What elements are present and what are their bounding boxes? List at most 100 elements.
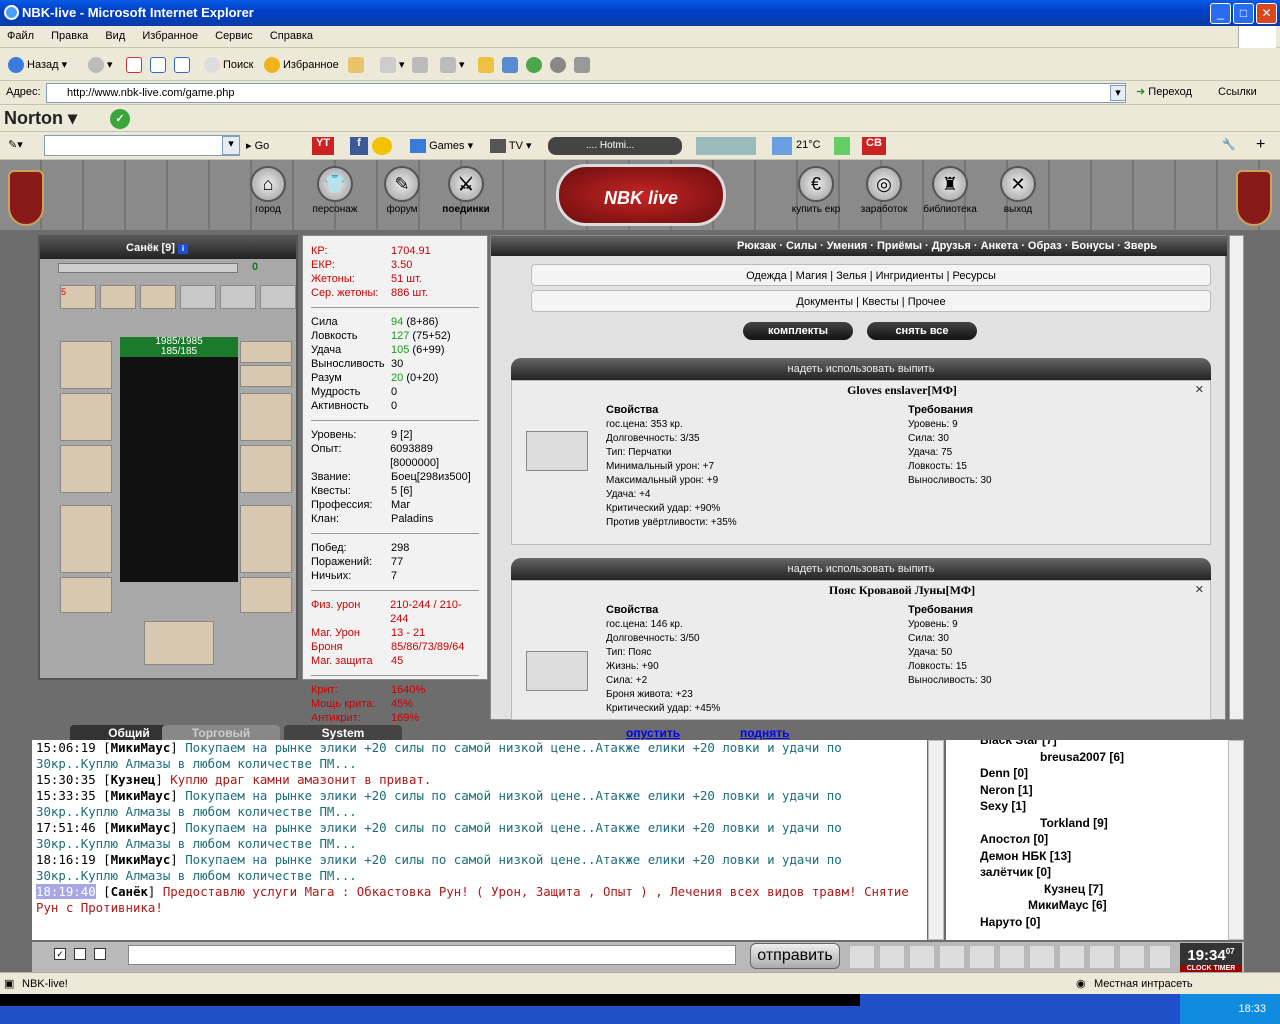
toolbar-search-input[interactable]	[44, 135, 240, 156]
messenger-icons[interactable]	[696, 137, 756, 155]
window-title-bar[interactable]: NBK-live - Microsoft Internet Explorer	[0, 0, 1280, 26]
game-scrollbar[interactable]	[1229, 235, 1244, 720]
tab-trade[interactable]: Торговый	[162, 725, 280, 741]
leggings-slot[interactable]	[240, 505, 292, 573]
chat-nick[interactable]: МикиМаус	[111, 852, 171, 867]
links-button[interactable]: Ссылки	[1218, 86, 1257, 98]
search-dropdown-icon[interactable]: ▾	[222, 136, 240, 155]
empty-buff-slot[interactable]	[220, 285, 256, 309]
nav-exit[interactable]: ✕ выход	[978, 166, 1058, 215]
chat-log[interactable]: 15:06:19 [МикиМаус] Покупаем на рынке эл…	[32, 740, 927, 940]
games-button[interactable]: Games ▾	[410, 139, 473, 154]
drop-button[interactable]: опустить	[626, 726, 680, 740]
url-input[interactable]: http://www.nbk-live.com/game.php	[46, 83, 1126, 103]
heart-buff-icon[interactable]: 5	[60, 285, 96, 309]
userlist-scrollbar[interactable]	[1228, 740, 1244, 940]
inventory-tabs[interactable]: Рюкзак · Силы · Умения · Приёмы · Друзья…	[491, 236, 1227, 256]
chat-time[interactable]: 15:33:35	[36, 788, 96, 803]
chat-time[interactable]: 18:19:40	[36, 884, 96, 899]
url-dropdown-icon[interactable]: ▾	[1110, 85, 1126, 101]
stop-button[interactable]	[126, 53, 145, 77]
user-item[interactable]: Sexy [1]	[980, 798, 1228, 815]
chat-time[interactable]: 15:30:35	[36, 772, 96, 787]
close-icon[interactable]: ✕	[1195, 583, 1204, 596]
user-item[interactable]: Апостол [0]	[980, 831, 1228, 848]
cb-button[interactable]: CB	[862, 137, 886, 155]
chat-time[interactable]: 17:51:46	[36, 820, 96, 835]
armor-slot[interactable]	[60, 505, 112, 573]
nav-battles[interactable]: ⚔ поединки	[426, 166, 506, 215]
chat-message-input[interactable]	[128, 945, 736, 965]
chat-nick[interactable]: МикиМаус	[111, 788, 171, 803]
chat-time[interactable]: 18:16:19	[36, 852, 96, 867]
gloves-slot[interactable]	[240, 393, 292, 441]
bracers-slot[interactable]	[60, 393, 112, 441]
tab-system[interactable]: System	[284, 725, 402, 741]
user-item[interactable]: Torkland [9]	[980, 815, 1228, 832]
chat-time[interactable]: 15:06:19	[36, 740, 96, 755]
inventory-subtabs-2[interactable]: Документы | Квесты | Прочее	[531, 290, 1211, 312]
edit-button[interactable]: ▾	[440, 53, 465, 77]
go-button[interactable]: ➜ Переход	[1136, 85, 1192, 98]
user-item[interactable]: breusa2007 [6]	[980, 749, 1228, 766]
maximize-button[interactable]: □	[1233, 3, 1254, 24]
user-item[interactable]: Neron [1]	[980, 782, 1228, 799]
search-button[interactable]: Поиск	[204, 53, 253, 77]
book-icon[interactable]	[144, 621, 214, 665]
add-icon[interactable]: +	[1256, 136, 1265, 154]
user-item[interactable]: залётчик [0]	[980, 864, 1228, 881]
earrings-slot[interactable]	[240, 341, 292, 363]
youtube-icon[interactable]: YT	[312, 137, 334, 155]
forward-button[interactable]: ▾	[88, 53, 113, 77]
menu-edit[interactable]: Правка	[44, 26, 95, 46]
belt-item-icon[interactable]	[526, 651, 588, 691]
user-item[interactable]: Наруто [0]	[980, 914, 1228, 931]
user-item[interactable]: Black Star [7]	[980, 740, 1228, 749]
inventory-subtabs-1[interactable]: Одежда | Магия | Зелья | Ингридиенты | Р…	[531, 264, 1211, 286]
send-button[interactable]: отправить	[750, 943, 840, 969]
boots-slot[interactable]	[240, 577, 292, 613]
battery-icon[interactable]	[834, 137, 850, 155]
minimize-button[interactable]: _	[1210, 3, 1231, 24]
chat-scrollbar[interactable]	[928, 740, 944, 940]
chat-nick[interactable]: МикиМаус	[111, 820, 171, 835]
belt-slot[interactable]	[60, 577, 112, 613]
gloves-item-icon[interactable]	[526, 431, 588, 471]
amulet-slot[interactable]	[240, 365, 292, 387]
history-button[interactable]	[348, 53, 367, 77]
item-actions-2[interactable]: надеть использовать выпить	[511, 558, 1211, 580]
checkbox-1[interactable]: ✓	[54, 948, 66, 960]
facebook-icon[interactable]: f	[350, 137, 368, 155]
info-icon[interactable]: i	[178, 244, 189, 254]
folder-button[interactable]	[478, 53, 497, 77]
menu-tools[interactable]: Сервис	[208, 26, 260, 46]
messenger-button[interactable]	[502, 53, 521, 77]
chat-nick[interactable]: Кузнец	[111, 772, 156, 787]
user-item[interactable]: Denn [0]	[980, 765, 1228, 782]
weapon-right-slot[interactable]	[240, 445, 292, 493]
tools-button[interactable]	[574, 53, 593, 77]
empty-buff-slot[interactable]	[260, 285, 296, 309]
weapon-left-slot[interactable]	[60, 445, 112, 493]
media-button[interactable]	[526, 53, 545, 77]
sets-button[interactable]: комплекты	[743, 322, 853, 340]
print-button[interactable]	[412, 53, 431, 77]
item-actions-1[interactable]: надеть использовать выпить	[511, 358, 1211, 380]
menu-help[interactable]: Справка	[263, 26, 320, 46]
user-item[interactable]: МикиМаус [6]	[980, 897, 1228, 914]
settings-button[interactable]	[550, 53, 569, 77]
weather-temp[interactable]: 21°C	[796, 139, 821, 151]
spider-buff-icon[interactable]	[140, 285, 176, 309]
wrench-icon[interactable]: 🔧	[1222, 138, 1236, 151]
menu-view[interactable]: Вид	[98, 26, 132, 46]
tray-clock[interactable]: 18:33	[1238, 1003, 1266, 1015]
home-button[interactable]	[174, 53, 193, 77]
checkbox-3[interactable]	[94, 948, 106, 960]
mail-button[interactable]: ▾	[380, 53, 405, 77]
menu-favorites[interactable]: Избранное	[135, 26, 205, 46]
norton-logo[interactable]: Norton ▾	[4, 108, 77, 129]
favorites-button[interactable]: Избранное	[264, 53, 339, 77]
checkbox-2[interactable]	[74, 948, 86, 960]
helmet-slot[interactable]	[60, 341, 112, 389]
chat-nick[interactable]: Санёк	[111, 884, 148, 899]
